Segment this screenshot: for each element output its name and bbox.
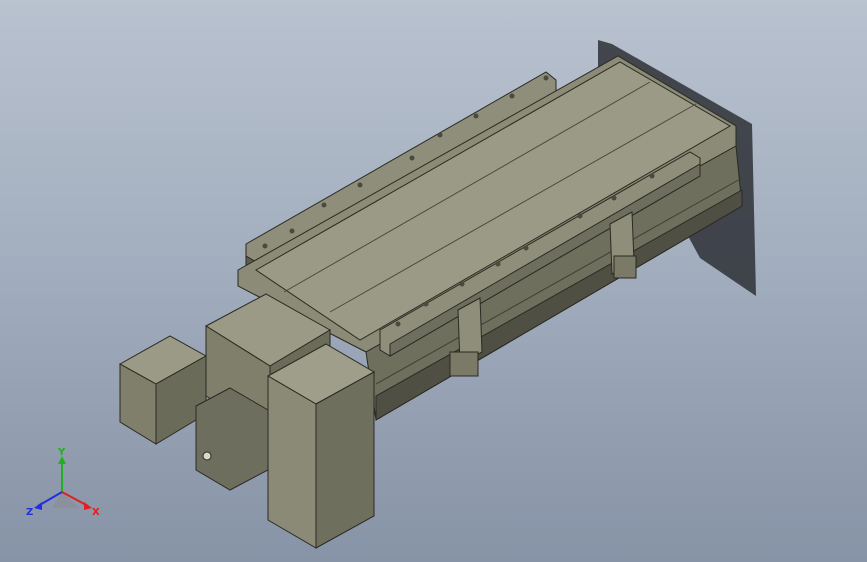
cad-model-linear-actuator[interactable] xyxy=(0,0,867,562)
graphics-viewport[interactable]: Y X Z xyxy=(0,0,867,562)
coordinate-triad: Y X Z xyxy=(26,447,100,518)
x-axis-label: X xyxy=(92,507,100,518)
z-axis-arrow xyxy=(34,502,42,510)
z-axis-label: Z xyxy=(26,507,33,518)
end-cap xyxy=(266,343,376,549)
carriage-bracket-2 xyxy=(609,211,637,279)
y-axis-label: Y xyxy=(57,447,66,458)
x-axis-arrow xyxy=(84,502,92,510)
